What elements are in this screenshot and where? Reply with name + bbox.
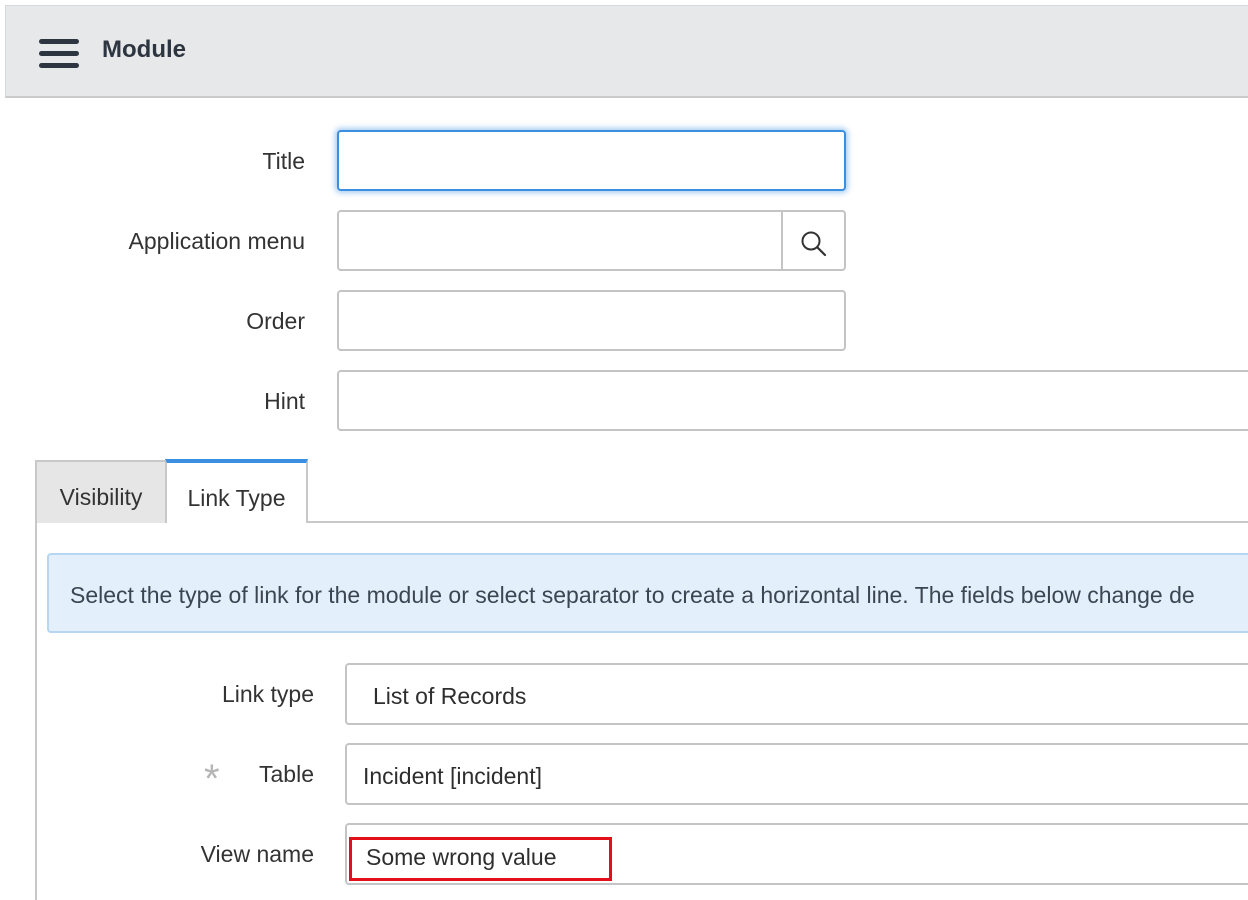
hint-input[interactable] [337,370,1248,431]
table-label: Table [259,761,314,787]
link-type-label: Link type [221,681,314,707]
link-type-info-message: Select the type of link for the module o… [47,553,1248,633]
hint-label: Hint [264,388,305,414]
application-menu-label: Application menu [128,228,305,254]
tabs-divider [307,521,1248,523]
tab-link-type[interactable]: Link Type [165,459,308,523]
page-title: Module [102,36,186,63]
link-type-select[interactable]: List of Records [345,663,1248,725]
title-input[interactable] [337,130,846,191]
title-label: Title [262,148,305,174]
view-name-label: View name [200,841,314,867]
tab-visibility[interactable]: Visibility [35,460,167,523]
application-menu-input[interactable] [337,210,783,271]
search-icon [801,231,827,257]
table-reference-field[interactable]: Incident [incident] [345,743,1248,805]
application-menu-lookup-button[interactable] [782,210,846,271]
module-form-page: Module Title Application menu Order Hint… [0,0,1248,900]
order-label: Order [246,308,305,334]
hamburger-menu-icon[interactable] [39,39,79,69]
form-header: Module [5,5,1248,98]
mandatory-asterisk-icon: * [204,757,220,801]
view-name-value-highlight[interactable]: Some wrong value [349,837,612,881]
order-input[interactable] [337,290,846,351]
